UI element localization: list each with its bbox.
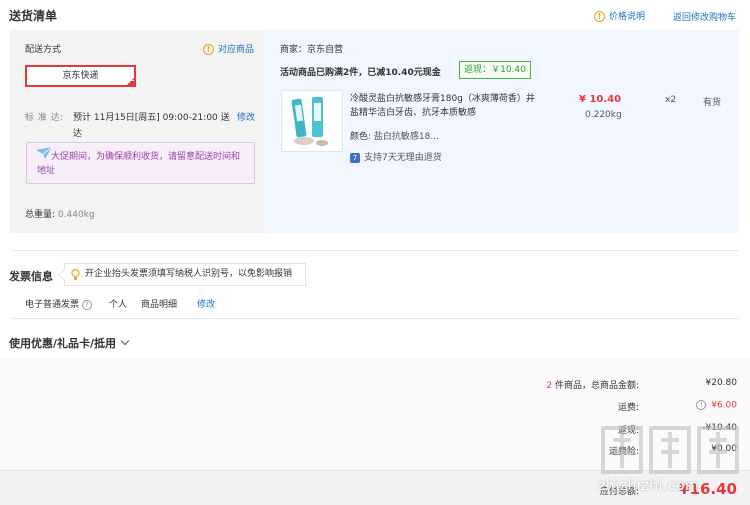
info-icon[interactable]: ? [81,299,92,310]
goods-count-text: 件商品，总商品金额: [552,381,639,391]
selected-check-icon [126,77,135,86]
product-quantity: x2 [665,95,677,105]
coupon-toggle[interactable]: 使用优惠/礼品卡/抵用 [9,335,130,351]
exclamation-icon: ! [594,11,605,22]
section-divider [10,318,739,319]
product-weight: 0.220kg [585,110,622,120]
match-goods-link[interactable]: ! 对应商品 [203,42,254,55]
promo-notice: 大促期间，为确保顺利收货，请留意配送时间和地址 [26,142,255,184]
exclamation-icon: ! [203,44,214,55]
product-color: 颜色: 盐白抗敏感18... [350,129,439,142]
freight-value: ! ¥6.00 [696,400,737,411]
price-help-link[interactable]: ! 价格说明 [594,9,645,22]
invoice-type-label: 电子普通发票 [25,300,80,310]
freight-label: 运费: [617,403,639,413]
standard-delivery-label: 标 准 达: [25,113,64,123]
return-badge-icon: 7 [350,152,360,163]
product-price: ¥ 10.40 [579,94,622,105]
toothpaste-image-icon [282,91,342,151]
price-help-label: 价格说明 [609,12,646,22]
info-icon[interactable]: ! [696,400,707,410]
product-image[interactable] [281,90,343,152]
promo-info: 活动商品已购满2件，已减10.40元现金 [280,68,441,78]
merchant-name: 商家：京东自营 [280,45,344,55]
match-goods-label: 对应商品 [218,45,255,55]
page-title: 送货清单 [9,9,58,23]
return-policy-label: 支持7天无理由退货 [364,153,442,163]
rebate-badge: 返现：￥10.40 [459,61,531,79]
tooltip-arrow [58,269,70,281]
goods-total: ¥20.80 [705,378,738,388]
coupon-section-title: 使用优惠/礼品卡/抵用 [9,337,117,350]
watermark-text: zhizhizhi.com [598,478,700,494]
chevron-down-icon [120,336,130,346]
modify-invoice-link[interactable]: 修改 [197,297,215,310]
total-weight-value: 0.440kg [57,210,95,220]
back-to-cart-link[interactable]: 返回修改购物车 [673,10,736,23]
invoice-tip-text: 开企业抬头发票须填写纳税人识别号，以免影响报销 [85,269,293,279]
invoice-section-title: 发票信息 [9,270,53,283]
jd-express-option[interactable]: 京东快递 [25,65,136,87]
invoice-title-type: 个人 [109,300,128,310]
return-policy: 7 支持7天无理由退货 [350,150,442,163]
product-name-link[interactable]: 冷酸灵盐白抗敏感牙膏180g（冰爽薄荷香）井盐精华洁白牙齿、抗牙本质敏感 [350,92,535,120]
product-color-value: 盐白抗敏感18... [373,132,439,142]
total-weight-label: 总重量: [25,210,56,220]
product-color-label: 颜色: [350,132,372,142]
paper-plane-icon [36,146,53,164]
lightbulb-icon [71,268,80,290]
invoice-tip: 开企业抬头发票须填写纳税人识别号，以免影响报销 [58,263,306,286]
modify-delivery-link[interactable]: 修改 [237,110,255,123]
promo-notice-text: 大促期间，为确保顺利收货，请留意配送时间和地址 [37,152,241,176]
goods-count-label: 2 件商品，总商品金额: [546,378,639,391]
invoice-type: 电子普通发票 ? [25,297,92,310]
jd-express-label: 京东快递 [62,71,99,81]
invoice-content: 商品明细 [141,300,178,310]
stock-status: 有货 [703,98,722,108]
freight-amount: ¥6.00 [711,400,737,411]
section-divider [10,250,739,251]
delivery-method-label: 配送方式 [25,45,62,55]
standard-delivery-time: 预计 11月15日[周五] 09:00-21:00 送达 [73,113,230,139]
total-weight: 总重量: 0.440kg [25,207,95,220]
